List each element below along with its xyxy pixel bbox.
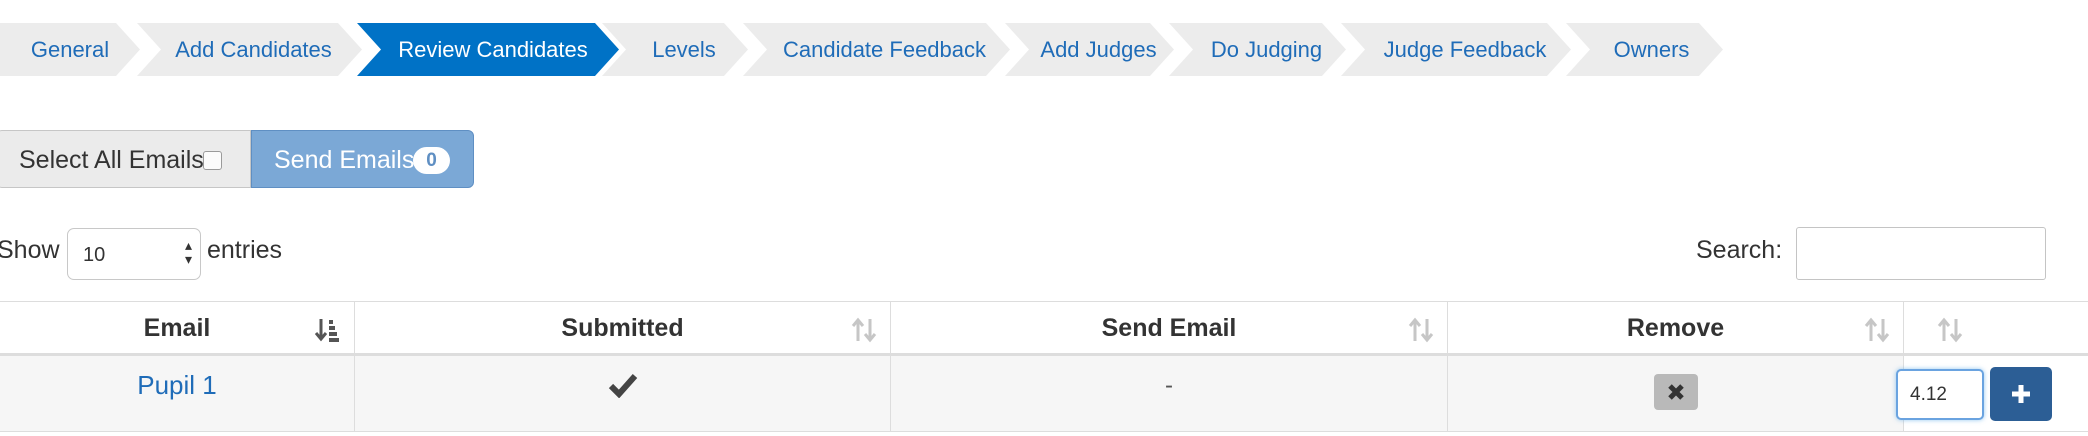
select-all-emails-button[interactable]: Select All Emails <box>0 130 251 188</box>
step-general[interactable]: General <box>0 23 140 76</box>
sort-both-icon <box>1864 317 1890 343</box>
send-emails-button[interactable]: Send Emails 0 <box>251 130 474 188</box>
sort-ascending-icon <box>314 319 339 342</box>
level-input[interactable] <box>1896 369 1984 420</box>
send-email-value: - <box>1165 372 1173 399</box>
step-do-judging[interactable]: Do Judging <box>1169 23 1346 76</box>
wizard-steps: General Add Candidates Review Candidates… <box>0 23 1740 76</box>
column-header-email[interactable]: Email <box>0 301 355 356</box>
column-header-remove[interactable]: Remove <box>1448 301 1904 356</box>
updown-arrows-icon: ▴ ▾ <box>184 237 192 267</box>
column-header-label: Send Email <box>1101 314 1237 342</box>
step-judge-feedback[interactable]: Judge Feedback <box>1341 23 1571 76</box>
step-label: Add Judges <box>1040 37 1157 62</box>
send-count-badge: 0 <box>413 147 450 174</box>
step-label: Judge Feedback <box>1383 37 1547 62</box>
page-length-select[interactable]: 10 ▴ ▾ <box>67 228 201 280</box>
sort-both-icon <box>1408 317 1434 343</box>
step-levels[interactable]: Levels <box>602 23 748 76</box>
add-level-button[interactable] <box>1990 367 2052 421</box>
sort-both-icon <box>851 317 877 343</box>
step-candidate-feedback[interactable]: Candidate Feedback <box>743 23 1010 76</box>
page-length-value: 10 <box>83 244 106 266</box>
step-review-candidates[interactable]: Review Candidates <box>357 23 619 76</box>
send-emails-label: Send Emails <box>274 146 415 174</box>
step-label: General <box>30 37 110 62</box>
show-label: Show <box>0 236 60 264</box>
column-header-send-email[interactable]: Send Email <box>891 301 1448 356</box>
plus-icon <box>2012 385 2030 403</box>
step-add-candidates[interactable]: Add Candidates <box>137 23 362 76</box>
candidate-link[interactable]: Pupil 1 <box>137 370 217 400</box>
checkmark-icon <box>608 374 637 399</box>
search-label: Search: <box>1696 236 1783 264</box>
select-all-checkbox[interactable] <box>203 151 222 170</box>
step-label: Add Candidates <box>175 37 332 62</box>
table-row-remove-cell <box>1448 356 1904 432</box>
step-owners[interactable]: Owners <box>1566 23 1723 76</box>
close-icon <box>1667 384 1684 400</box>
sort-both-icon <box>1937 317 1963 343</box>
column-header-label: Submitted <box>561 314 684 342</box>
table-row-send-email-cell: - <box>891 356 1448 432</box>
candidates-table: Email Submitted Send Email Remove Pupil … <box>0 301 2088 436</box>
step-label: Owners <box>1613 37 1690 62</box>
step-add-judges[interactable]: Add Judges <box>1005 23 1174 76</box>
step-label: Review Candidates <box>398 37 588 62</box>
table-row-submitted-cell <box>355 356 891 432</box>
search-input[interactable] <box>1796 227 2046 280</box>
table-row-email-cell: Pupil 1 <box>0 356 355 432</box>
entries-label: entries <box>207 236 283 264</box>
column-header-submitted[interactable]: Submitted <box>355 301 891 356</box>
column-header-label: Remove <box>1626 314 1725 342</box>
step-label: Candidate Feedback <box>782 37 987 62</box>
select-all-label: Select All Emails <box>19 146 204 174</box>
remove-candidate-button[interactable] <box>1653 374 1698 410</box>
step-label: Do Judging <box>1210 37 1323 62</box>
column-header-label: Email <box>143 314 211 342</box>
step-label: Levels <box>652 37 716 62</box>
column-header-level[interactable] <box>1904 301 2088 356</box>
